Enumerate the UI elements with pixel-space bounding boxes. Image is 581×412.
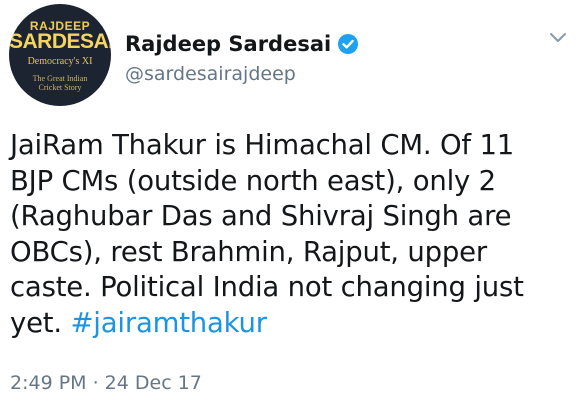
hashtag-link[interactable]: #jairamthakur [70,307,267,339]
avatar[interactable]: RAJDEEP SARDESAI Democracy's XI The Grea… [9,4,111,106]
avatar-text-main: SARDESAI [9,30,111,53]
tweet-line: (Raghubar Das and Shivraj Singh are [10,200,512,232]
tweet-line: caste. Political India not changing just [10,271,524,303]
tweet-line: OBCs), rest Brahmin, Rajput, upper [10,235,487,268]
avatar-text-small: The Great Indian Cricket Story [27,74,93,92]
avatar-text-small-1: The Great Indian [32,74,88,83]
verified-badge-icon [337,33,359,55]
timestamp[interactable]: 2:49 PM · 24 Dec 17 [10,372,202,394]
tweet-line: BJP CMs (outside north east), only 2 [10,164,496,197]
tweet-line: JaiRam Thakur is Himachal CM. Of 11 [10,129,515,161]
author-handle[interactable]: @sardesairajdeep [125,63,296,85]
chevron-down-icon[interactable] [548,30,568,46]
avatar-text-sub: Democracy's XI [27,56,93,67]
display-name[interactable]: Rajdeep Sardesai [125,32,331,56]
tweet-text: JaiRam Thakur is Himachal CM. Of 11 BJP … [10,128,575,341]
avatar-text-small-2: Cricket Story [38,83,82,92]
author-name-row: Rajdeep Sardesai [125,29,359,59]
tweet-line-prefix: yet. [10,306,71,339]
tweet-line-last: yet. #jairamthakur [10,306,575,342]
